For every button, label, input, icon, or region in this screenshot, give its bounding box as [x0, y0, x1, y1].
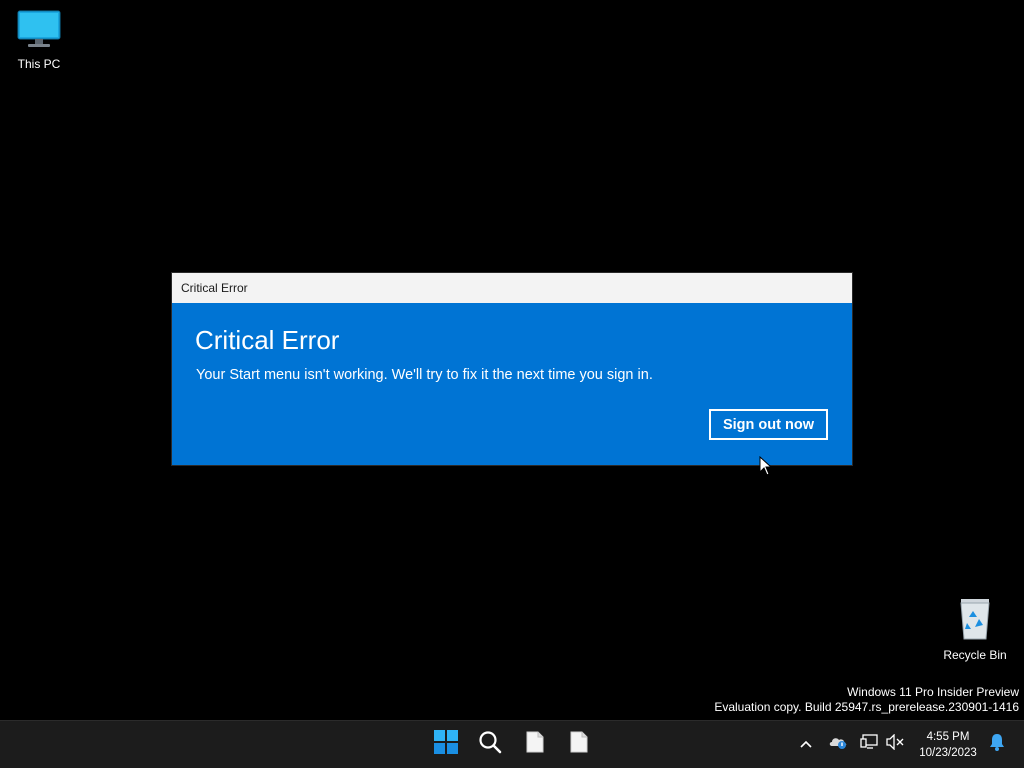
- dialog-body: Critical Error Your Start menu isn't wor…: [172, 303, 852, 476]
- bell-icon: [989, 733, 1005, 756]
- windows-logo-icon: [434, 730, 458, 759]
- search-button[interactable]: [470, 721, 510, 768]
- recycle-bin-icon: [935, 597, 1015, 644]
- document-icon: [526, 731, 544, 758]
- dialog-heading: Critical Error: [195, 325, 340, 355]
- dialog-message: Your Start menu isn't working. We'll try…: [196, 367, 653, 383]
- onedrive-tray-button[interactable]: [826, 721, 850, 768]
- network-tray-button[interactable]: [858, 721, 880, 768]
- volume-tray-button[interactable]: [884, 721, 906, 768]
- notifications-button[interactable]: [986, 721, 1008, 768]
- sign-out-now-button[interactable]: Sign out now: [709, 409, 828, 440]
- desktop-icon-recycle-bin[interactable]: Recycle Bin: [935, 597, 1015, 662]
- search-icon: [478, 730, 502, 759]
- critical-error-dialog: Critical Error Critical Error Your Start…: [172, 273, 852, 476]
- desktop-icon-label: Recycle Bin: [943, 648, 1007, 662]
- clock-date: 10/23/2023: [919, 747, 977, 759]
- desktop-icon-label: This PC: [17, 57, 61, 71]
- volume-muted-icon: [886, 733, 904, 755]
- dialog-titlebar[interactable]: Critical Error: [172, 273, 852, 303]
- desktop-icon-this-pc[interactable]: This PC: [0, 10, 79, 71]
- mouse-pointer-icon: [759, 455, 773, 481]
- document-icon: [570, 731, 588, 758]
- taskbar-app-file[interactable]: [515, 721, 555, 768]
- taskbar-app-file[interactable]: [559, 721, 599, 768]
- network-icon: [860, 734, 878, 755]
- clock-time: 4:55 PM: [926, 731, 970, 743]
- onedrive-icon: [828, 734, 848, 755]
- watermark-edition: Windows 11 Pro Insider Preview: [847, 685, 1019, 699]
- monitor-icon: [0, 10, 79, 53]
- taskbar: 4:55 PM 10/23/2023: [0, 720, 1024, 768]
- evaluation-watermark: Windows 11 Pro Insider Preview Evaluatio…: [714, 685, 1019, 715]
- chevron-up-icon: [799, 736, 813, 754]
- taskbar-clock[interactable]: 4:55 PM 10/23/2023: [912, 729, 984, 761]
- watermark-build: Evaluation copy. Build 25947.rs_prerelea…: [714, 700, 1019, 714]
- show-hidden-icons-button[interactable]: [794, 721, 818, 768]
- start-button[interactable]: [426, 721, 466, 768]
